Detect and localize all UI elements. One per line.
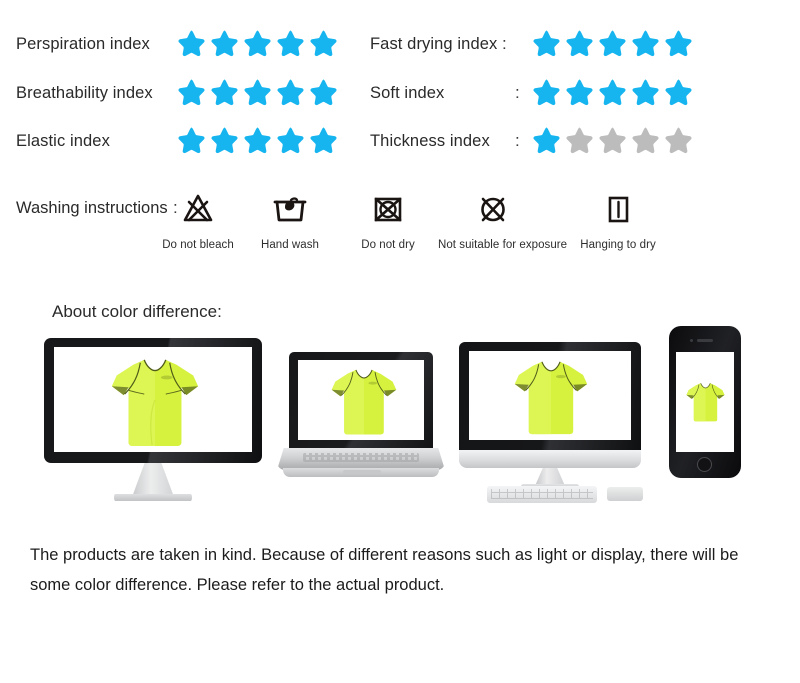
index-row-fast-drying: Fast drying index :: [370, 27, 511, 61]
star-empty-icon: [564, 125, 594, 155]
star-filled-icon: [209, 28, 239, 58]
star-filled-icon: [630, 77, 660, 107]
product-shirt-image: [686, 370, 725, 432]
star-filled-icon: [209, 77, 239, 107]
star-filled-icon: [176, 125, 206, 155]
star-filled-icon: [564, 28, 594, 58]
star-rating-breathability: [176, 77, 338, 107]
star-filled-icon: [209, 125, 239, 155]
star-filled-icon: [597, 77, 627, 107]
product-shirt-image: [514, 354, 588, 437]
star-filled-icon: [308, 125, 338, 155]
care-caption: Hand wash: [261, 239, 319, 251]
label-colon: :: [515, 83, 520, 102]
care-item-no-exposure: Not suitable for exposure: [438, 185, 568, 251]
star-filled-icon: [564, 77, 594, 107]
star-filled-icon: [663, 28, 693, 58]
star-rating-perspiration: [176, 28, 338, 58]
star-rating-fast-drying: [531, 28, 693, 58]
care-caption: Not suitable for exposure: [438, 239, 568, 251]
star-filled-icon: [242, 77, 272, 107]
no-sun-exposure-icon: [438, 185, 548, 233]
device-all-in-one: [455, 342, 645, 503]
product-shirt-image: [110, 351, 200, 449]
device-desktop-monitor: [44, 338, 262, 501]
index-row-elastic: Elastic index: [16, 124, 110, 158]
index-label: Soft index: [370, 83, 445, 102]
star-rating-thickness: [531, 125, 693, 155]
star-filled-icon: [531, 125, 561, 155]
star-filled-icon: [308, 77, 338, 107]
color-difference-title: About color difference:: [52, 302, 222, 321]
index-label: Elastic index: [16, 131, 110, 150]
device-laptop: [277, 352, 445, 480]
trackpad: [607, 487, 643, 501]
star-filled-icon: [275, 77, 305, 107]
do-not-tumble-dry-icon: [333, 185, 443, 233]
device-smartphone: [669, 326, 741, 478]
index-label: Fast drying index: [370, 34, 498, 53]
label-colon: :: [515, 131, 520, 150]
star-filled-icon: [597, 28, 627, 58]
star-filled-icon: [663, 77, 693, 107]
index-label: Thickness index: [370, 131, 490, 150]
hang-to-dry-icon: [563, 185, 673, 233]
star-filled-icon: [531, 28, 561, 58]
color-difference-disclaimer: The products are taken in kind. Because …: [30, 546, 739, 594]
index-row-soft: Soft index: [370, 76, 444, 110]
index-row-breathability: Breathability index: [16, 76, 153, 110]
star-empty-icon: [630, 125, 660, 155]
star-filled-icon: [242, 125, 272, 155]
star-filled-icon: [275, 125, 305, 155]
star-filled-icon: [242, 28, 272, 58]
product-info-graphic: Perspiration index Breathability index E…: [0, 0, 800, 683]
index-label: Breathability index: [16, 83, 153, 102]
star-filled-icon: [630, 28, 660, 58]
keyboard: [487, 486, 597, 503]
care-caption: Do not dry: [361, 239, 415, 251]
star-rating-soft: [531, 77, 693, 107]
star-filled-icon: [531, 77, 561, 107]
product-shirt-image: [331, 363, 397, 437]
index-row-thickness: Thickness index: [370, 124, 490, 158]
care-item-do-not-dry: Do not dry: [333, 185, 443, 251]
star-empty-icon: [597, 125, 627, 155]
star-filled-icon: [176, 77, 206, 107]
home-button[interactable]: [697, 457, 712, 472]
care-item-hand-wash: Hand wash: [235, 185, 345, 251]
care-item-hang-to-dry: Hanging to dry: [563, 185, 673, 251]
star-filled-icon: [176, 28, 206, 58]
care-caption: Hanging to dry: [580, 239, 656, 251]
star-filled-icon: [275, 28, 305, 58]
star-rating-elastic: [176, 125, 338, 155]
star-empty-icon: [663, 125, 693, 155]
star-filled-icon: [308, 28, 338, 58]
index-label: Perspiration index: [16, 34, 150, 53]
index-row-perspiration: Perspiration index: [16, 27, 150, 61]
hand-wash-icon: [235, 185, 345, 233]
label-colon: :: [501, 33, 507, 53]
